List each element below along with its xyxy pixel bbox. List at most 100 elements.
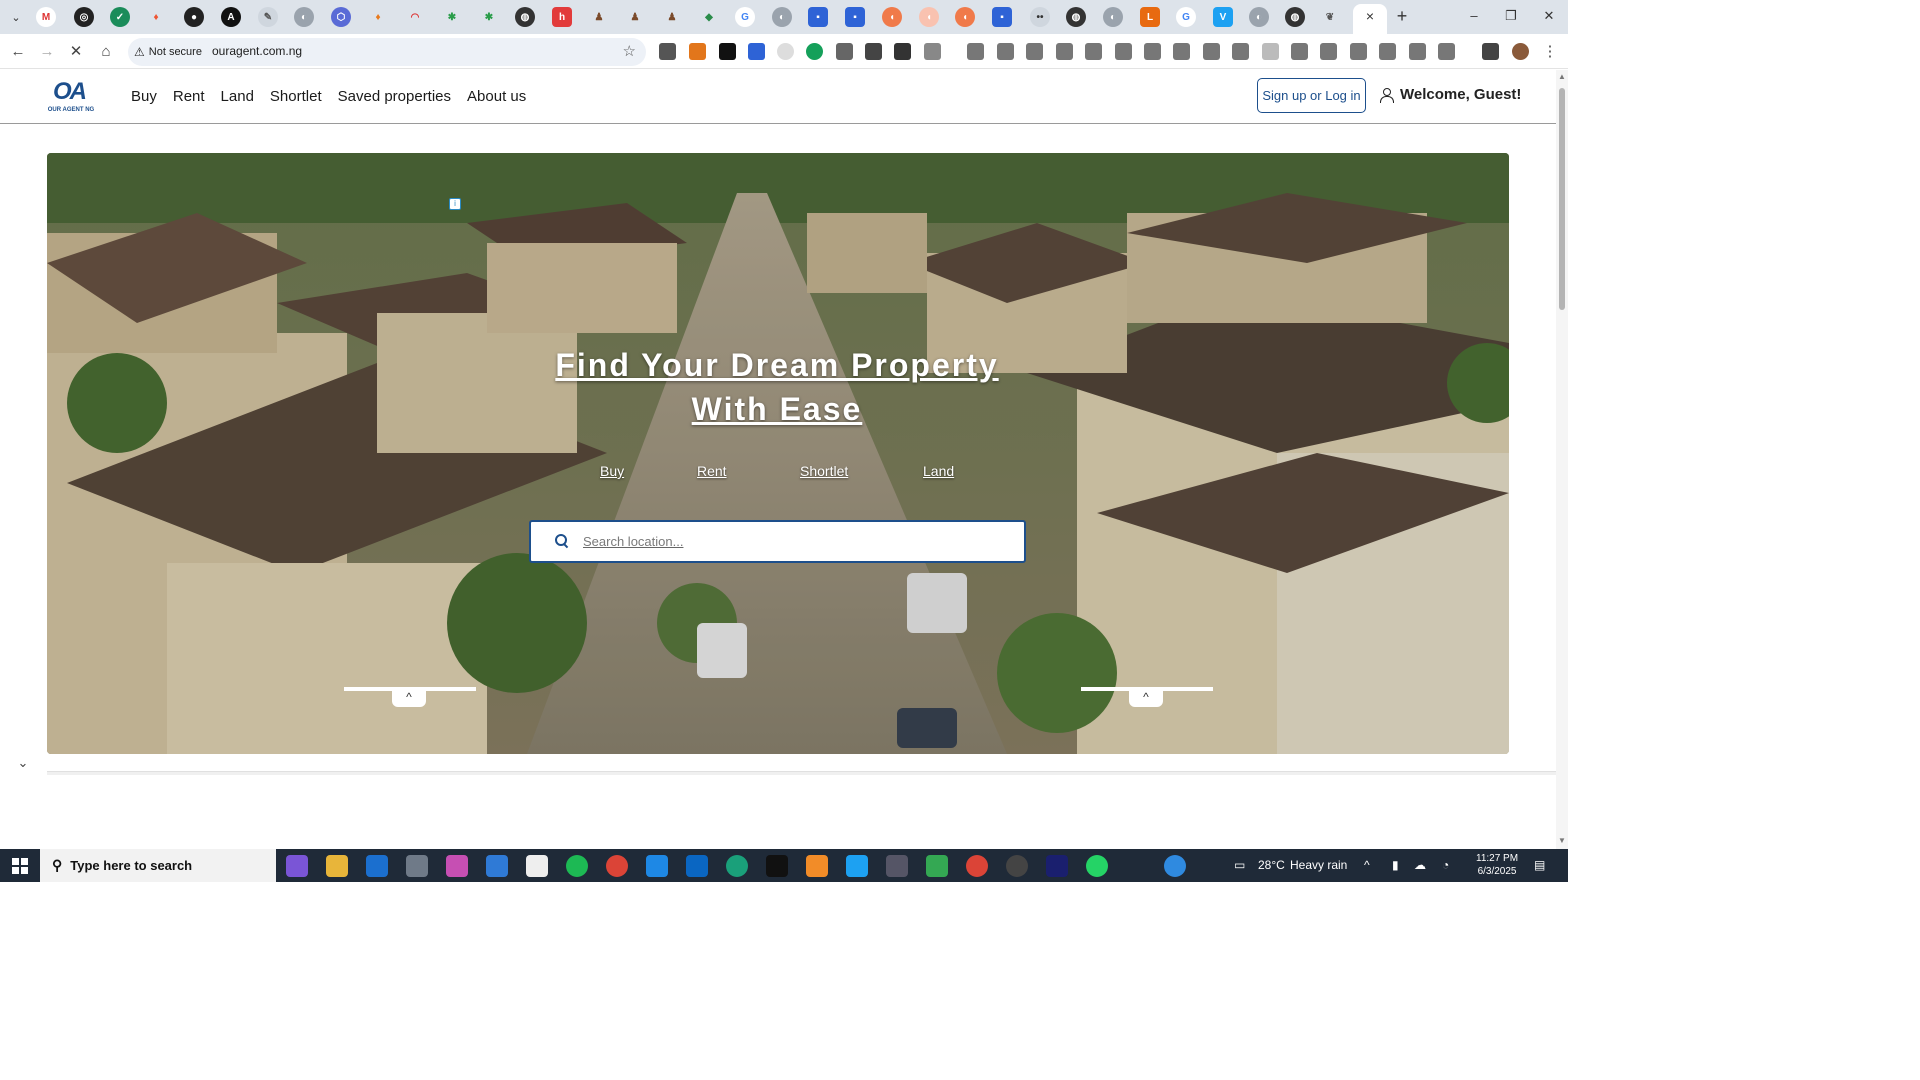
tiktok-icon[interactable] <box>766 855 788 877</box>
media-player-icon[interactable] <box>1006 855 1028 877</box>
tab-favicon-blue[interactable]: ▪ <box>808 7 828 27</box>
download-icon[interactable] <box>1482 43 1499 60</box>
hero-tab-land[interactable]: Land <box>923 463 954 479</box>
home-button[interactable]: ⌂ <box>94 40 118 64</box>
extension-blue-icon[interactable] <box>748 43 765 60</box>
tab-favicon-blue-3[interactable]: ▪ <box>992 7 1012 27</box>
tab-favicon-v[interactable]: V <box>1213 7 1233 27</box>
settings-gear-icon[interactable] <box>886 855 908 877</box>
tray-chevron-icon[interactable]: ^ <box>1364 858 1370 872</box>
site-logo[interactable]: OA OUR AGENT NG <box>45 78 97 118</box>
url-text[interactable]: ouragent.com.ng <box>212 44 302 58</box>
tab-favicon-circle[interactable]: ◎ <box>74 7 94 27</box>
nav-about-us[interactable]: About us <box>467 88 526 105</box>
tab-favicon-person-3[interactable]: ♟ <box>662 7 682 27</box>
tab-favicon-star[interactable]: ✱ <box>442 7 462 27</box>
tab-favicon-star-2[interactable]: ✱ <box>479 7 499 27</box>
translate-icon[interactable] <box>1262 43 1279 60</box>
history-icon[interactable] <box>1144 43 1161 60</box>
close-tab-icon[interactable]: × <box>1362 8 1378 24</box>
forward-button[interactable]: → <box>35 40 59 64</box>
metamask-icon[interactable] <box>689 43 706 60</box>
minimize-button[interactable]: – <box>1460 4 1488 28</box>
hero-tab-buy[interactable]: Buy <box>600 463 624 479</box>
tab-favicon-loader-3[interactable]: ◍ <box>1285 7 1305 27</box>
signup-login-button[interactable]: Sign up or Log in <box>1257 78 1366 113</box>
tab-favicon-fire[interactable]: ♦ <box>368 7 388 27</box>
page-scrollbar[interactable]: ▲ ▼ <box>1556 70 1568 849</box>
tab-favicon-app[interactable]: ✓ <box>110 7 130 27</box>
browser-menu-icon[interactable]: ⋮ <box>1538 40 1562 64</box>
tab-favicon-person[interactable]: ♟ <box>589 7 609 27</box>
tab-favicon-leaf[interactable]: ❦ <box>1320 7 1340 27</box>
tab-maps[interactable]: ◆ <box>699 7 719 27</box>
close-window-button[interactable]: ✕ <box>1535 4 1563 28</box>
tab-favicon-orange-2[interactable]: ◖ <box>955 7 975 27</box>
tab-favicon-l[interactable]: L <box>1140 7 1160 27</box>
start-button[interactable] <box>12 858 28 874</box>
screenshot-icon[interactable] <box>1232 43 1249 60</box>
play-store-icon[interactable] <box>926 855 948 877</box>
tab-search-menu-button[interactable]: ⌄ <box>4 6 28 28</box>
tab-favicon-blue-2[interactable]: ▪ <box>845 7 865 27</box>
extension-grid-icon[interactable] <box>836 43 853 60</box>
tab-shield[interactable]: ⬡ <box>331 7 351 27</box>
card-icon[interactable] <box>1026 43 1043 60</box>
battery-icon[interactable]: ▭ <box>1234 858 1245 872</box>
copilot-icon[interactable] <box>286 855 308 877</box>
nav-shortlet[interactable]: Shortlet <box>270 88 322 105</box>
chevron-down-icon[interactable]: ⌄ <box>12 755 34 771</box>
cast-icon[interactable] <box>1379 43 1396 60</box>
nav-land[interactable]: Land <box>221 88 254 105</box>
vscode-icon[interactable] <box>646 855 668 877</box>
key-icon[interactable] <box>997 43 1014 60</box>
ad-choices-icon[interactable]: i <box>449 198 461 210</box>
nav-saved-properties[interactable]: Saved properties <box>338 88 451 105</box>
tab-favicon-orange[interactable]: ◖ <box>882 7 902 27</box>
outlook-icon[interactable] <box>366 855 388 877</box>
tab-favicon-person-2[interactable]: ♟ <box>625 7 645 27</box>
nav-buy[interactable]: Buy <box>131 88 157 105</box>
tab-favicon-a[interactable]: A <box>221 7 241 27</box>
tab-google[interactable]: G <box>735 7 755 27</box>
tab-google-2[interactable]: G <box>1176 7 1196 27</box>
edge-icon[interactable] <box>726 855 748 877</box>
new-tab-button[interactable]: + <box>1392 6 1412 26</box>
system-clock[interactable]: 11:27 PM 6/3/2025 <box>1476 852 1518 878</box>
back-button[interactable]: ← <box>6 40 30 64</box>
devtools-code-icon[interactable] <box>1438 43 1455 60</box>
whatsapp-icon[interactable] <box>1086 855 1108 877</box>
tab-globe-3[interactable]: ◐ <box>1103 7 1123 27</box>
reader-mode-icon[interactable] <box>1320 43 1337 60</box>
table-icon[interactable] <box>1409 43 1426 60</box>
stop-loading-button[interactable]: ✕ <box>64 40 88 64</box>
sublime-icon[interactable] <box>806 855 828 877</box>
temperature-text[interactable]: 28°C <box>1258 858 1285 872</box>
favorites-icon[interactable] <box>1085 43 1102 60</box>
link-icon[interactable] <box>1350 43 1367 60</box>
trash-icon[interactable] <box>1173 43 1190 60</box>
nav-rent[interactable]: Rent <box>173 88 205 105</box>
tab-globe-4[interactable]: ◐ <box>1249 7 1269 27</box>
bookmark-star-icon[interactable]: ☆ <box>623 42 636 60</box>
extension-icon[interactable] <box>659 43 676 60</box>
tab-favicon-dots[interactable]: •• <box>1030 7 1050 27</box>
chevron-up-icon[interactable]: ^ <box>392 687 426 707</box>
tab-favicon-h[interactable]: h <box>552 7 572 27</box>
help-icon[interactable] <box>1164 855 1186 877</box>
location-search-box[interactable] <box>529 520 1026 563</box>
tab-favicon-loader[interactable]: ◍ <box>515 7 535 27</box>
qr-code-icon[interactable] <box>865 43 882 60</box>
capcut-icon[interactable] <box>526 855 548 877</box>
notifications-icon[interactable]: ▤ <box>1534 858 1545 872</box>
welcome-user[interactable]: Welcome, Guest! <box>1380 86 1521 103</box>
scroll-down-icon[interactable]: ▼ <box>1556 836 1568 845</box>
store-icon[interactable] <box>486 855 508 877</box>
spy-icon[interactable] <box>967 43 984 60</box>
tab-favicon-peach[interactable]: ◖ <box>919 7 939 27</box>
profile-avatar[interactable] <box>1512 43 1529 60</box>
weather-text[interactable]: Heavy rain <box>1290 858 1347 872</box>
hero-tab-rent[interactable]: Rent <box>697 463 727 479</box>
wifi-icon[interactable]: ◔ <box>1442 858 1449 872</box>
extensions-puzzle-icon[interactable] <box>924 43 941 60</box>
